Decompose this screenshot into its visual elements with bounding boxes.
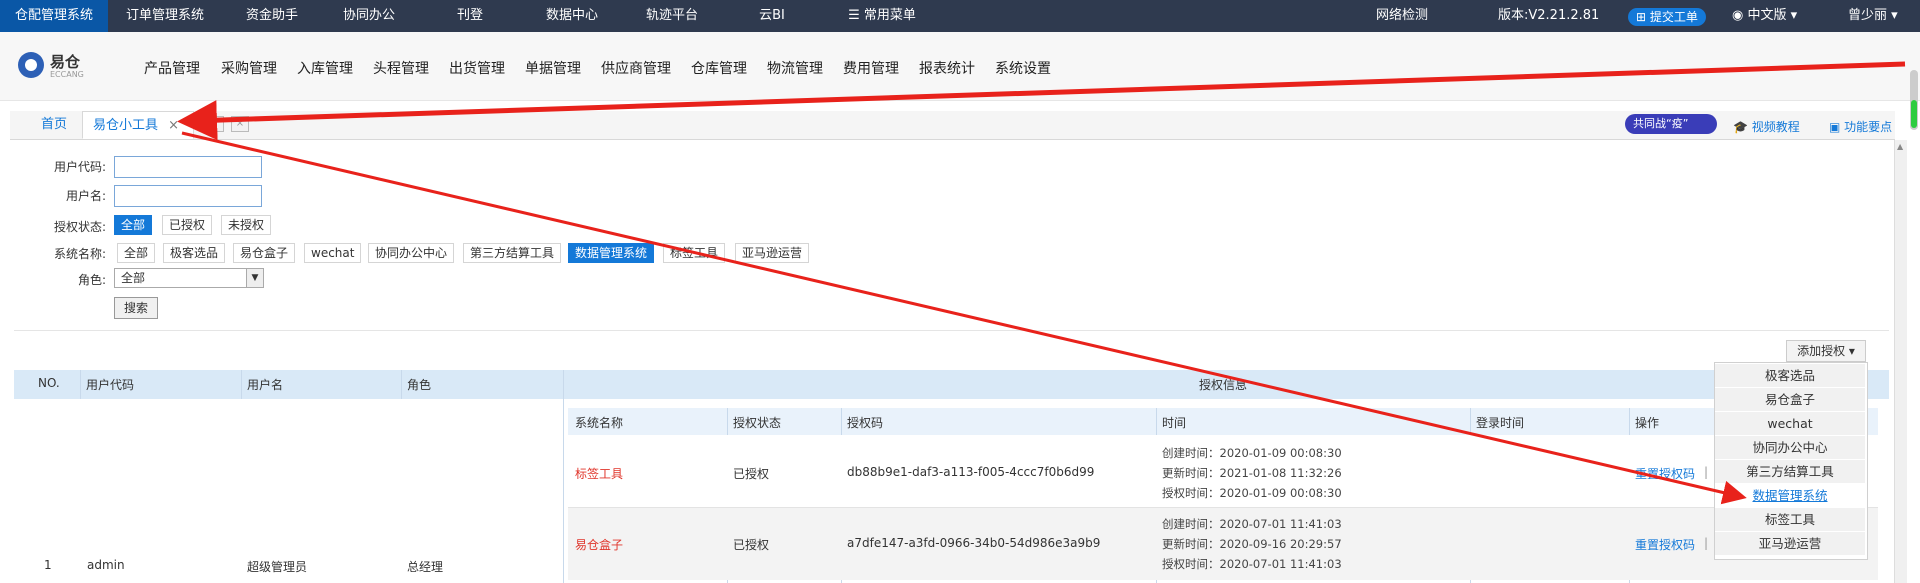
arrow-to-data-mgmt bbox=[181, 131, 1747, 505]
arrow-to-tools-tab bbox=[177, 61, 1906, 141]
annotation-arrows bbox=[177, 61, 1906, 505]
